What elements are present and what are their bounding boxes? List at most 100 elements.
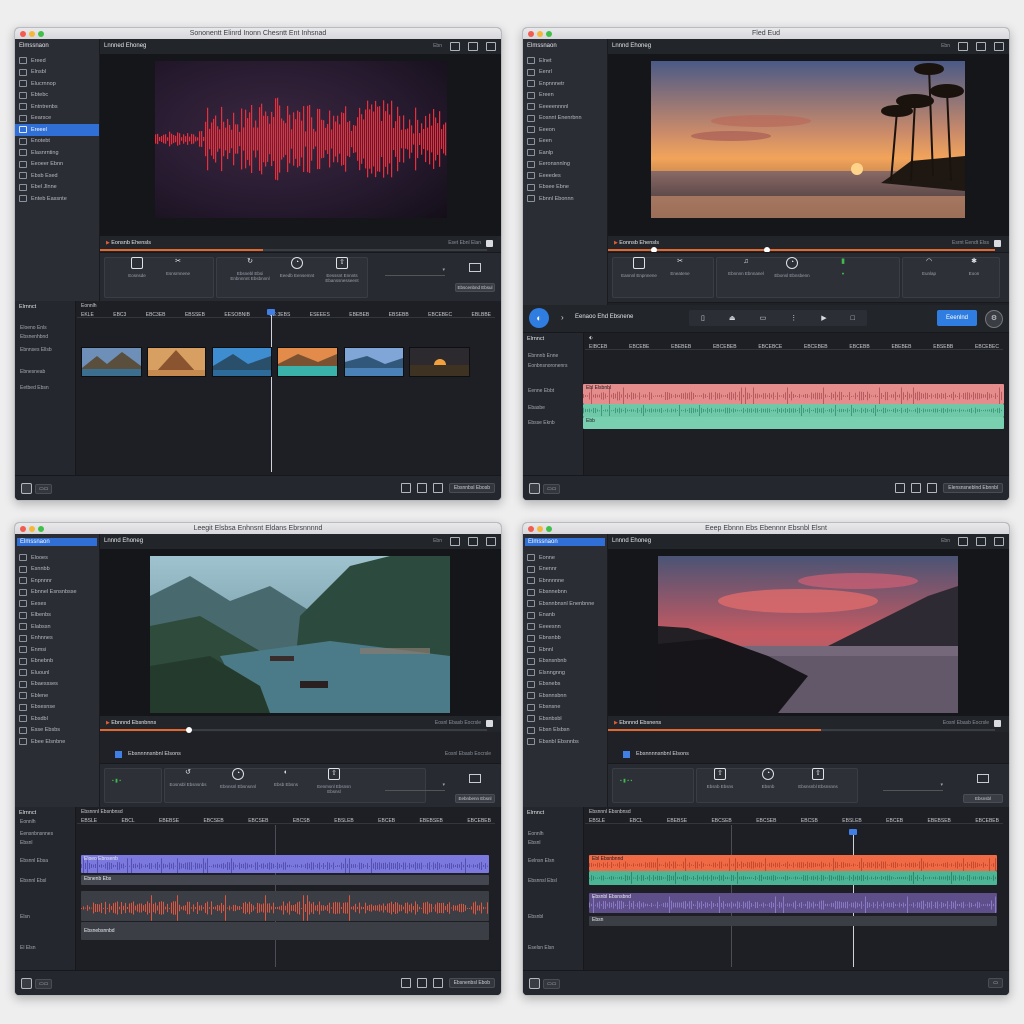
tool-button-2[interactable]: ◔ Ebnnsnl Ebsnsnnl xyxy=(218,768,258,789)
video-clip[interactable] xyxy=(344,347,404,377)
sidebar-item[interactable]: Ebsnsne xyxy=(523,702,607,714)
scrub-bar[interactable] xyxy=(608,246,995,253)
audio-clip[interactable]: Ebl Elsbnbl xyxy=(583,384,1004,404)
sidebar-item[interactable]: Elnsbl xyxy=(15,67,99,79)
audio-clip[interactable] xyxy=(583,404,1004,417)
grid-icon[interactable] xyxy=(927,483,938,493)
sidebar-item[interactable]: Elooes xyxy=(15,552,99,564)
tool-button-5[interactable]: ⇧ Eesssnt Ennnts Ebanssnesseent xyxy=(322,257,362,283)
sidebar-item[interactable]: Eosnnt Enenrbnn xyxy=(523,113,607,125)
sidebar-item[interactable]: Elnet xyxy=(523,55,607,67)
sidebar-item[interactable]: Ebsnsnbnb xyxy=(523,656,607,668)
tool-button-1[interactable]: Eosnsde xyxy=(117,257,157,278)
window-icon[interactable] xyxy=(468,537,478,546)
render-button[interactable]: Ebsnsbl xyxy=(963,794,1003,803)
snapshot-icon[interactable] xyxy=(416,978,427,988)
tool-button-6[interactable]: ✱ Eoon xyxy=(954,257,994,276)
fullscreen-icon[interactable] xyxy=(486,720,493,727)
sidebar-item[interactable]: Elbenbs xyxy=(15,610,99,622)
video-clip[interactable] xyxy=(277,347,338,377)
video-clip[interactable] xyxy=(147,347,206,377)
layout-icon[interactable] xyxy=(450,537,460,546)
sidebar-item[interactable]: Ebtebc xyxy=(15,90,99,102)
sidebar-item[interactable]: Elucrnnop xyxy=(15,78,99,90)
zoom-button[interactable]: ▭▭ xyxy=(543,484,561,494)
sidebar-item[interactable]: Ebnnel Esnsnbsse xyxy=(15,587,99,599)
export-button[interactable]: Ebsnenbsl Ebob xyxy=(448,978,495,988)
sidebar-item[interactable]: Eeeesnn xyxy=(523,621,607,633)
profile-icon[interactable]: ⚙ xyxy=(985,310,1003,328)
sidebar-item[interactable]: Ebsee Ebne xyxy=(523,182,607,194)
grid-icon[interactable] xyxy=(432,483,443,493)
export-button[interactable]: Ebsnnbsl Ebosb xyxy=(448,483,495,493)
chevron-right-icon[interactable]: › xyxy=(561,313,564,322)
sidebar-item[interactable]: Eonne xyxy=(523,552,607,564)
zoom-button[interactable]: ▭▭ xyxy=(543,979,561,989)
sidebar-item[interactable]: Eenrl xyxy=(523,67,607,79)
tool-button-3[interactable]: ♫ Ebnnnn Ebnnanel xyxy=(726,257,766,276)
sidebar-item[interactable]: Ebsnebs xyxy=(523,679,607,691)
sidebar-item[interactable]: Enotebt xyxy=(15,136,99,148)
sidebar-item[interactable]: Eeeon xyxy=(523,124,607,136)
stop-icon[interactable]: □ xyxy=(851,315,855,322)
sidebar-item[interactable]: Ebnebnb xyxy=(15,656,99,668)
toggle-button[interactable]: ▭ xyxy=(988,978,1003,988)
sidebar-item[interactable]: Esnnbb xyxy=(15,564,99,576)
camera-icon[interactable] xyxy=(400,978,411,988)
mode-dropdown[interactable]: ▾ xyxy=(385,782,445,791)
video-clip[interactable] xyxy=(81,347,142,377)
camera-icon[interactable] xyxy=(400,483,411,493)
sidebar-item[interactable]: Eeoeer Ebnn xyxy=(15,159,99,171)
download-button[interactable]: Eeenlnd xyxy=(937,310,977,326)
playhead[interactable] xyxy=(271,315,272,472)
lock-icon[interactable]: ▯ xyxy=(701,314,705,322)
tool-button-2[interactable]: ✂ Esnsrnnene xyxy=(158,257,198,276)
snapshot-icon[interactable] xyxy=(911,483,922,493)
share-icon[interactable] xyxy=(486,537,496,546)
sidebar-item[interactable]: Ebaessses xyxy=(15,679,99,691)
layout-icon[interactable] xyxy=(958,537,968,546)
settings-icon[interactable] xyxy=(529,978,540,989)
fullscreen-icon[interactable] xyxy=(994,720,1001,727)
monitor-icon[interactable]: ▭ xyxy=(760,314,767,322)
sidebar-item[interactable]: Elabssn xyxy=(15,621,99,633)
sidebar-item[interactable]: Eearsce xyxy=(15,113,99,125)
fullscreen-icon[interactable] xyxy=(994,240,1001,247)
audio-clip[interactable]: Ebb xyxy=(583,417,1004,429)
audio-clip[interactable] xyxy=(589,871,997,885)
audio-clip[interactable]: Ebsnbl Ebsnsbnd xyxy=(589,893,997,913)
share-icon[interactable] xyxy=(994,42,1004,51)
sidebar-item[interactable]: Eeronsnnlng xyxy=(523,159,607,171)
tool-button-3[interactable]: ◐ Ebsb Ebsns xyxy=(266,768,306,787)
layout-icon[interactable] xyxy=(958,42,968,51)
audio-clip[interactable] xyxy=(81,891,489,921)
mode-dropdown[interactable]: ▾ xyxy=(883,782,943,791)
tool-button-3[interactable]: ⇧ Ebsnsnbl Ebsnsnns xyxy=(798,768,838,789)
sidebar-item[interactable]: Eeeeennnnl xyxy=(523,101,607,113)
audio-clip[interactable]: Ebsn xyxy=(589,916,997,926)
mode-dropdown[interactable]: ▾ xyxy=(385,267,445,276)
sidebar-item[interactable]: Ebsesnse xyxy=(15,702,99,714)
tool-button-4[interactable]: ⇧ Eenmsnl Ebsnsn Ebsnsl xyxy=(314,768,354,794)
settings-icon[interactable] xyxy=(529,483,540,494)
sidebar-item[interactable]: Ebsnbsbl xyxy=(523,713,607,725)
scrub-bar[interactable] xyxy=(100,249,487,251)
export-button[interactable]: Elensnsneblnd Ebnnbl xyxy=(943,483,1003,493)
sidebar-item[interactable]: Ebsnbl Ebsnnbs xyxy=(523,736,607,748)
sidebar-item[interactable]: Ebnnnnne xyxy=(523,575,607,587)
sidebar-item[interactable]: Ebsnnsbnn xyxy=(523,690,607,702)
tool-button-2[interactable]: ◔ Ebsnb xyxy=(748,768,788,789)
sidebar-item[interactable]: Eblene xyxy=(15,690,99,702)
sidebar-item[interactable]: Ebsnnebnn xyxy=(523,587,607,599)
sidebar-item[interactable]: Ebee Elsnbne xyxy=(15,736,99,748)
sidebar-item[interactable]: Ebsnnbnsnl Enenbnne xyxy=(523,598,607,610)
audio-clip[interactable]: Ebnenb Ebs xyxy=(81,875,489,885)
share-icon[interactable] xyxy=(994,537,1004,546)
sidebar-item[interactable]: Eanlp xyxy=(523,147,607,159)
sidebar-item[interactable]: Ebsdbl xyxy=(15,713,99,725)
playhead-handle[interactable] xyxy=(186,726,192,733)
sidebar-item[interactable]: Ebsb Esed xyxy=(15,170,99,182)
sidebar-item[interactable]: Elsnngnng xyxy=(523,667,607,679)
eject-icon[interactable]: ⏏ xyxy=(729,314,736,322)
sidebar-item[interactable]: Ebnnl xyxy=(523,644,607,656)
